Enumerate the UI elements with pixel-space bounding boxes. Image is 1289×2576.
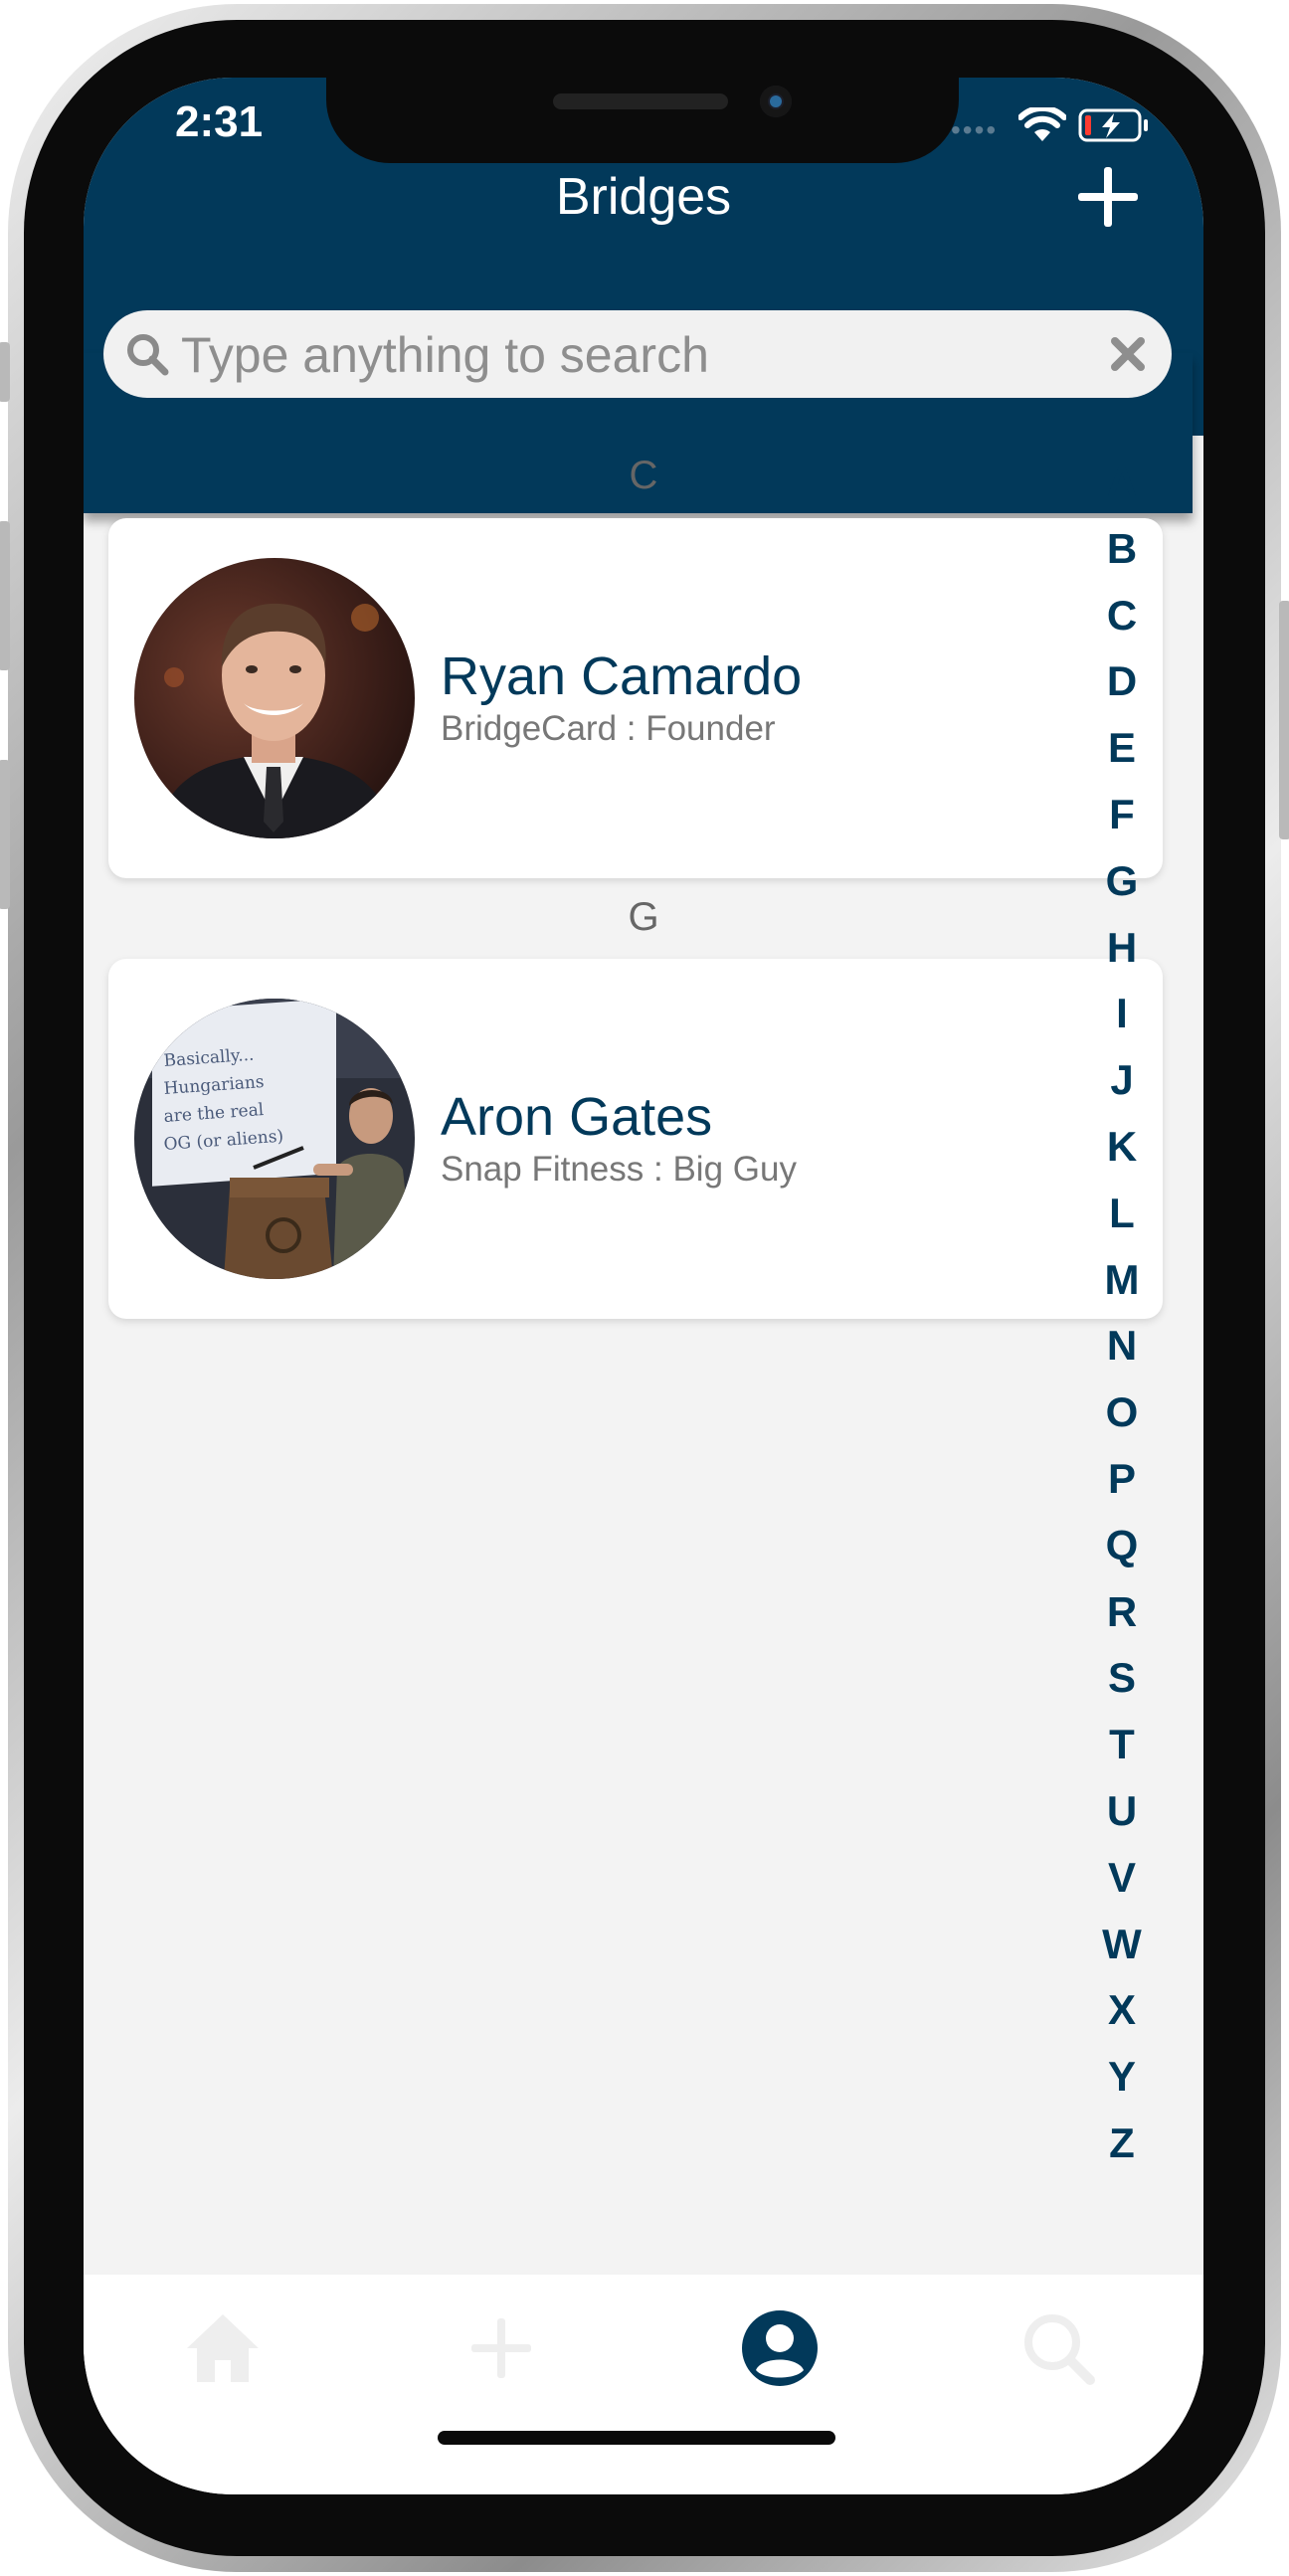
- index-letter-c[interactable]: C: [1082, 583, 1162, 649]
- add-bridge-button[interactable]: [1076, 165, 1140, 229]
- index-letter-z[interactable]: Z: [1082, 2111, 1162, 2177]
- index-letter-m[interactable]: M: [1082, 1247, 1162, 1314]
- index-letter-e[interactable]: E: [1082, 715, 1162, 782]
- avatar: Basically... Hungarians are the real OG …: [134, 999, 415, 1279]
- index-letter-f[interactable]: F: [1082, 782, 1162, 848]
- tab-bar: [84, 2275, 1203, 2494]
- contact-card-aron-gates[interactable]: Basically... Hungarians are the real OG …: [108, 959, 1163, 1319]
- close-icon[interactable]: [1110, 336, 1146, 372]
- front-camera: [760, 86, 792, 117]
- tab-home[interactable]: [183, 2308, 263, 2388]
- index-letter-x[interactable]: X: [1082, 1977, 1162, 2044]
- alphabet-index: ABCDEFGHIJKLMNOPQRSTUVWXYZ: [1082, 450, 1162, 2177]
- contact-card-ryan-camardo[interactable]: Ryan Camardo BridgeCard : Founder: [108, 518, 1163, 878]
- contact-name: Ryan Camardo: [441, 646, 803, 706]
- avatar: [134, 558, 415, 838]
- index-letter-k[interactable]: K: [1082, 1114, 1162, 1181]
- home-indicator[interactable]: [438, 2431, 835, 2445]
- battery-charging-icon: [1078, 108, 1148, 142]
- index-letter-i[interactable]: I: [1082, 981, 1162, 1047]
- status-time: 2:31: [175, 97, 264, 146]
- page-title: Bridges: [555, 168, 732, 226]
- section-header-g: G: [628, 895, 659, 939]
- index-letter-n[interactable]: N: [1082, 1313, 1162, 1380]
- index-letter-o[interactable]: O: [1082, 1380, 1162, 1446]
- index-letter-y[interactable]: Y: [1082, 2044, 1162, 2111]
- contact-photo: Basically... Hungarians are the real OG …: [134, 999, 415, 1279]
- search-icon: [127, 334, 169, 376]
- index-letter-s[interactable]: S: [1082, 1645, 1162, 1712]
- signal-dots: ••••: [951, 114, 999, 145]
- tab-search[interactable]: [1018, 2308, 1098, 2388]
- status-icons: ••••: [951, 105, 1150, 145]
- tab-add[interactable]: [461, 2308, 541, 2388]
- tab-profile[interactable]: [740, 2308, 820, 2388]
- index-letter-h[interactable]: H: [1082, 915, 1162, 982]
- phone-volume-down: [0, 760, 10, 909]
- section-header-c: C: [629, 454, 658, 497]
- contact-name: Aron Gates: [441, 1087, 713, 1147]
- index-letter-d[interactable]: D: [1082, 648, 1162, 715]
- notch: [326, 78, 959, 163]
- search-icon: [1024, 2314, 1095, 2385]
- contact-photo: [134, 558, 415, 838]
- index-letter-w[interactable]: W: [1082, 1912, 1162, 1978]
- search-bar: [103, 310, 1172, 400]
- profile-icon: [742, 2310, 818, 2386]
- home-icon: [187, 2314, 259, 2382]
- index-letter-v[interactable]: V: [1082, 1845, 1162, 1912]
- index-letter-a[interactable]: A: [1082, 450, 1162, 516]
- index-letter-g[interactable]: G: [1082, 848, 1162, 915]
- index-letter-t[interactable]: T: [1082, 1712, 1162, 1778]
- phone-power-button: [1279, 601, 1289, 839]
- index-letter-l[interactable]: L: [1082, 1181, 1162, 1247]
- index-letter-u[interactable]: U: [1082, 1778, 1162, 1845]
- search-input[interactable]: [179, 310, 1078, 400]
- index-letter-r[interactable]: R: [1082, 1579, 1162, 1646]
- contact-subtitle: BridgeCard : Founder: [441, 709, 776, 748]
- index-letter-b[interactable]: B: [1082, 516, 1162, 583]
- phone-volume-up: [0, 521, 10, 670]
- speaker-grille: [553, 93, 728, 109]
- phone-side-button: [0, 342, 10, 402]
- app-screen: 2:31 •••• Bridges C: [84, 78, 1203, 2494]
- wifi-icon: [1018, 107, 1066, 141]
- plus-icon: [1078, 167, 1138, 227]
- index-letter-q[interactable]: Q: [1082, 1513, 1162, 1579]
- contact-subtitle: Snap Fitness : Big Guy: [441, 1150, 797, 1189]
- plus-icon: [471, 2318, 531, 2378]
- index-letter-p[interactable]: P: [1082, 1446, 1162, 1513]
- index-letter-j[interactable]: J: [1082, 1047, 1162, 1114]
